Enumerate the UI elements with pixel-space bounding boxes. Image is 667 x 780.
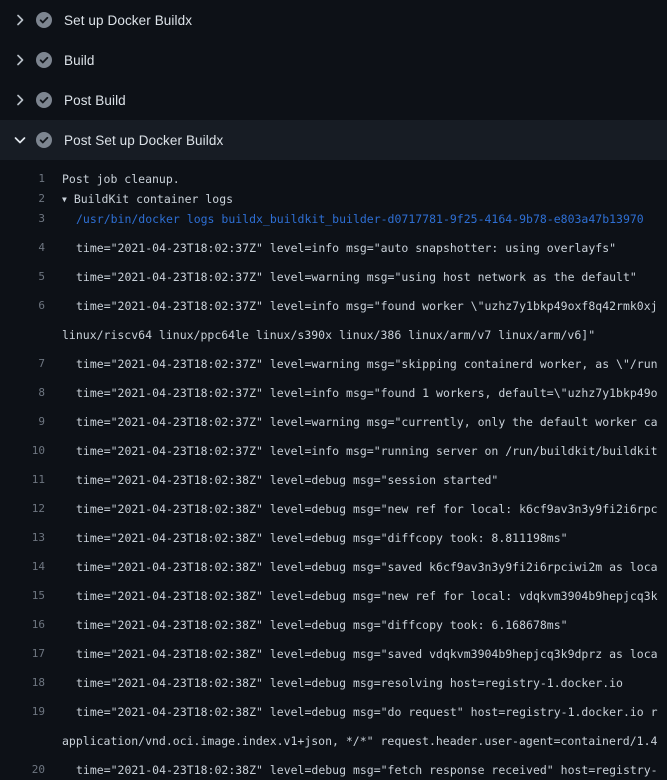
log-line-number[interactable]: 16 — [0, 615, 45, 635]
chevron-right-icon — [12, 52, 28, 68]
check-circle-icon — [36, 132, 52, 148]
log-line: 13 time="2021-04-23T18:02:38Z" level=deb… — [0, 519, 667, 548]
log-line: 8 time="2021-04-23T18:02:37Z" level=info… — [0, 374, 667, 403]
chevron-right-icon — [12, 12, 28, 28]
log-line: 12 time="2021-04-23T18:02:38Z" level=deb… — [0, 490, 667, 519]
log-line-text: time="2021-04-23T18:02:38Z" level=debug … — [76, 470, 498, 490]
log-line-text: Post job cleanup. — [62, 169, 180, 189]
log-line-number[interactable]: 3 — [0, 209, 45, 229]
step-title: Build — [64, 53, 95, 68]
log-line-number[interactable]: 7 — [0, 354, 45, 374]
log-line-text: time="2021-04-23T18:02:38Z" level=debug … — [76, 644, 658, 664]
log-line: 2 ▼ BuildKit container logs — [0, 189, 667, 209]
log-line: 19 time="2021-04-23T18:02:38Z" level=deb… — [0, 693, 667, 722]
log-line-number[interactable]: 11 — [0, 470, 45, 490]
log-line-number[interactable]: 17 — [0, 644, 45, 664]
step-title: Post Set up Docker Buildx — [64, 133, 223, 148]
step-title: Set up Docker Buildx — [64, 13, 192, 28]
log-line-number[interactable]: 6 — [0, 296, 45, 316]
step-row-build[interactable]: Build — [0, 40, 667, 80]
log-line-text: time="2021-04-23T18:02:37Z" level=warnin… — [76, 354, 658, 374]
log-line-number[interactable]: 9 — [0, 412, 45, 432]
log-line-text: time="2021-04-23T18:02:38Z" level=debug … — [76, 586, 658, 606]
chevron-down-icon — [12, 132, 28, 148]
log-line-text: time="2021-04-23T18:02:38Z" level=debug … — [76, 499, 658, 519]
log-line-text: time="2021-04-23T18:02:37Z" level=info m… — [76, 238, 616, 258]
log-line: 11 time="2021-04-23T18:02:38Z" level=deb… — [0, 461, 667, 490]
log-line-number[interactable]: 13 — [0, 528, 45, 548]
log-line: 16 time="2021-04-23T18:02:38Z" level=deb… — [0, 606, 667, 635]
log-line-text: linux/riscv64 linux/ppc64le linux/s390x … — [62, 325, 595, 345]
log-line-text: time="2021-04-23T18:02:38Z" level=debug … — [76, 702, 658, 722]
log-line-number[interactable]: 18 — [0, 673, 45, 693]
check-circle-icon — [36, 12, 52, 28]
log-line-text: time="2021-04-23T18:02:38Z" level=debug … — [76, 557, 658, 577]
log-line: 3 /usr/bin/docker logs buildx_buildkit_b… — [0, 209, 667, 229]
log-line-text: time="2021-04-23T18:02:37Z" level=warnin… — [76, 267, 637, 287]
log-line: 6 time="2021-04-23T18:02:37Z" level=info… — [0, 287, 667, 316]
check-circle-icon — [36, 52, 52, 68]
chevron-right-icon — [12, 92, 28, 108]
log-line-number[interactable]: 15 — [0, 586, 45, 606]
log-line: 14 time="2021-04-23T18:02:38Z" level=deb… — [0, 548, 667, 577]
steps-list: Set up Docker Buildx Build Post Build — [0, 0, 667, 160]
log-line-number[interactable]: 5 — [0, 267, 45, 287]
log-line: 15 time="2021-04-23T18:02:38Z" level=deb… — [0, 577, 667, 606]
log-line-number[interactable]: 8 — [0, 383, 45, 403]
log-line-number[interactable]: 2 — [0, 189, 45, 209]
log-line-text: time="2021-04-23T18:02:38Z" level=debug … — [76, 528, 568, 548]
log-line-text: application/vnd.oci.image.index.v1+json,… — [62, 731, 657, 751]
log-line-number[interactable]: 12 — [0, 499, 45, 519]
log-line: application/vnd.oci.image.index.v1+json,… — [0, 722, 667, 751]
log-line-number[interactable]: 1 — [0, 169, 45, 189]
step-row-post-build[interactable]: Post Build — [0, 80, 667, 120]
log-line-number[interactable] — [0, 325, 45, 345]
check-circle-icon — [36, 92, 52, 108]
log-line: linux/riscv64 linux/ppc64le linux/s390x … — [0, 316, 667, 345]
log-line-text: time="2021-04-23T18:02:38Z" level=debug … — [76, 673, 623, 693]
log-line-number[interactable]: 10 — [0, 441, 45, 461]
log-viewer: 1 Post job cleanup. 2 ▼ BuildKit containe… — [0, 160, 667, 780]
log-line: 5 time="2021-04-23T18:02:37Z" level=warn… — [0, 258, 667, 287]
log-line: 7 time="2021-04-23T18:02:37Z" level=warn… — [0, 345, 667, 374]
log-line: 4 time="2021-04-23T18:02:37Z" level=info… — [0, 229, 667, 258]
log-line-number[interactable]: 19 — [0, 702, 45, 722]
log-line-text: time="2021-04-23T18:02:37Z" level=info m… — [76, 441, 658, 461]
step-title: Post Build — [64, 93, 126, 108]
log-line-number[interactable]: 4 — [0, 238, 45, 258]
log-line: 17 time="2021-04-23T18:02:38Z" level=deb… — [0, 635, 667, 664]
log-group-toggle-icon[interactable]: ▼ — [62, 190, 67, 209]
step-row-set-up-docker-buildx[interactable]: Set up Docker Buildx — [0, 0, 667, 40]
log-line-text: time="2021-04-23T18:02:37Z" level=info m… — [76, 383, 658, 403]
log-line-number[interactable]: 14 — [0, 557, 45, 577]
log-line-text: time="2021-04-23T18:02:37Z" level=info m… — [76, 296, 658, 316]
log-line: 18 time="2021-04-23T18:02:38Z" level=deb… — [0, 664, 667, 693]
log-group-label: BuildKit container logs — [74, 192, 233, 206]
log-line: 1 Post job cleanup. — [0, 169, 667, 189]
log-line-text: /usr/bin/docker logs buildx_buildkit_bui… — [76, 209, 644, 229]
step-row-post-set-up-docker-buildx[interactable]: Post Set up Docker Buildx — [0, 120, 667, 160]
log-line-text: ▼ BuildKit container logs — [62, 189, 233, 209]
log-line-text: time="2021-04-23T18:02:38Z" level=debug … — [76, 760, 658, 780]
log-line-number[interactable]: 20 — [0, 760, 45, 780]
log-line-number[interactable] — [0, 731, 45, 751]
log-line: 9 time="2021-04-23T18:02:37Z" level=warn… — [0, 403, 667, 432]
log-line: 10 time="2021-04-23T18:02:37Z" level=inf… — [0, 432, 667, 461]
log-line-text: time="2021-04-23T18:02:37Z" level=warnin… — [76, 412, 658, 432]
log-line-text: time="2021-04-23T18:02:38Z" level=debug … — [76, 615, 568, 635]
log-line: 20 time="2021-04-23T18:02:38Z" level=deb… — [0, 751, 667, 780]
